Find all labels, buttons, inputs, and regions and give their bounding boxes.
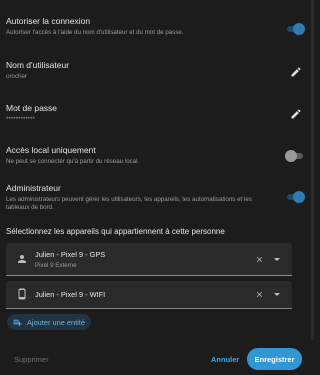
admin-subtitle-line2: tableaux de bord. xyxy=(6,204,54,211)
local-only-title: Accès local uniquement xyxy=(6,145,96,155)
person-dialog: Autoriser la connexion Autoriser l'accès… xyxy=(0,0,314,375)
password-title: Mot de passe xyxy=(6,103,58,113)
device-select-gps[interactable]: Julien - Pixel 9 - GPS Pixel 9 Externe xyxy=(6,243,292,276)
username-row: Nom d'utilisateur orocher xyxy=(6,60,304,84)
allow-login-title: Autoriser la connexion xyxy=(6,16,91,26)
device-subtitle: Pixel 9 Externe xyxy=(35,262,77,269)
save-button[interactable]: Enregistrer xyxy=(247,348,302,370)
admin-subtitle: Les administrateurs peuvent gérer les ut… xyxy=(6,196,304,212)
allow-login-row: Autoriser la connexion Autoriser l'accès… xyxy=(6,16,305,40)
devices-section-title: Sélectionnez les appareils qui appartien… xyxy=(6,227,225,236)
username-value: orocher xyxy=(6,73,27,80)
device-name: Julien - Pixel 9 - GPS xyxy=(35,250,106,259)
admin-toggle[interactable] xyxy=(286,191,305,203)
device-name: Julien - Pixel 9 - WIFI xyxy=(35,290,106,299)
phone-icon xyxy=(18,288,26,300)
local-only-row: Accès local uniquement Ne peut se connec… xyxy=(6,145,304,169)
username-title: Nom d'utilisateur xyxy=(6,60,70,70)
edit-password-icon[interactable] xyxy=(290,108,302,120)
clear-icon[interactable] xyxy=(255,255,264,264)
add-entity-button[interactable]: Ajouter une entité xyxy=(7,314,91,330)
admin-subtitle-line1: Les administrateurs peuvent gérer les ut… xyxy=(6,196,252,203)
edit-username-icon[interactable] xyxy=(290,66,302,78)
local-only-toggle[interactable] xyxy=(285,150,304,162)
playlist-add-icon xyxy=(13,319,22,326)
admin-row: Administrateur Les administrateurs peuve… xyxy=(6,183,305,215)
clear-icon[interactable] xyxy=(255,290,264,299)
allow-login-subtitle: Autoriser l'accès à l'aide du nom d'util… xyxy=(6,29,184,36)
add-entity-label: Ajouter une entité xyxy=(27,317,85,327)
password-row: Mot de passe ************ xyxy=(6,103,304,127)
admin-title: Administrateur xyxy=(6,183,61,193)
password-value: ************ xyxy=(6,116,35,123)
cancel-button[interactable]: Annuler xyxy=(211,355,239,364)
person-icon xyxy=(18,255,26,263)
scrollbar[interactable] xyxy=(311,0,314,340)
chevron-down-icon[interactable] xyxy=(274,258,280,261)
device-select-wifi[interactable]: Julien - Pixel 9 - WIFI xyxy=(6,281,292,309)
local-only-subtitle: Ne peut se connecter qu'à partir du rése… xyxy=(6,158,138,165)
delete-button[interactable]: Supprimer xyxy=(14,355,49,364)
chevron-down-icon[interactable] xyxy=(274,293,280,296)
allow-login-toggle[interactable] xyxy=(286,23,305,35)
